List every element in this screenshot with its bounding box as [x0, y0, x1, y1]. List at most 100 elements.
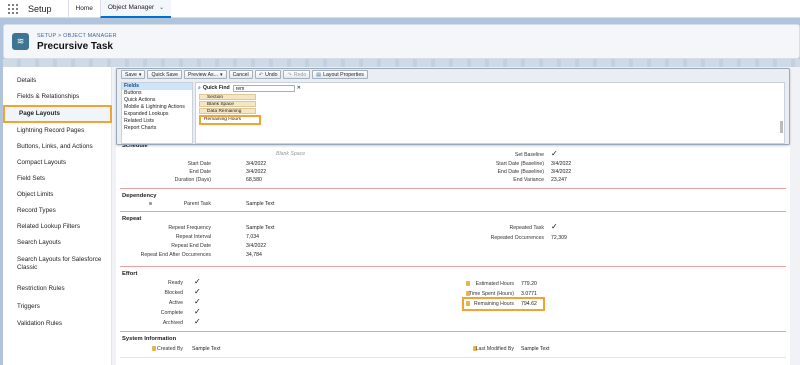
field-label: Ready: [168, 280, 183, 286]
field-label: Set Baseline: [514, 152, 544, 158]
sidebar-item-page-layouts[interactable]: Page Layouts: [3, 105, 112, 123]
redo-button[interactable]: ↷ Redo: [283, 70, 311, 79]
section-repeat-title[interactable]: Repeat: [122, 216, 141, 222]
quick-save-label: Quick Save: [151, 71, 178, 78]
sidebar-item-fields[interactable]: Fields & Relationships: [3, 89, 112, 105]
sidebar-item-validation-rules[interactable]: Validation Rules: [3, 316, 112, 332]
sidebar-item-label: Fields & Relationships: [17, 92, 80, 100]
field-value: Sample Text: [192, 346, 221, 352]
field-label: Repeat End After Occurrences: [140, 252, 211, 258]
field-value: Sample Text: [521, 346, 550, 352]
sidebar-item-label: Search Layouts: [17, 238, 61, 246]
checkmark-icon: ✓: [551, 222, 558, 231]
palette-field-label: Data Remaining: [207, 109, 242, 114]
blank-space[interactable]: Blank Space: [276, 151, 305, 157]
tab-home[interactable]: Home: [67, 0, 100, 18]
checkmark-icon: ✓: [194, 277, 201, 286]
palette-category-mobile-actions[interactable]: Mobile & Lightning Actions: [122, 104, 192, 111]
palette-category-buttons[interactable]: Buttons: [122, 90, 192, 97]
field-label: Start Date: [187, 161, 211, 167]
palette-category-quick-actions[interactable]: Quick Actions: [122, 97, 192, 104]
sidebar-item-lightning-pages[interactable]: Lightning Record Pages: [3, 123, 112, 139]
sidebar-item-search-layouts[interactable]: Search Layouts: [3, 235, 112, 251]
field-label: Estimated Hours: [475, 281, 514, 287]
preview-as-button[interactable]: Preview As... ▾: [183, 70, 227, 79]
sidebar-item-buttons-links[interactable]: Buttons, Links, and Actions: [3, 139, 112, 155]
chevron-down-icon[interactable]: ⌄: [159, 4, 164, 11]
checkmark-icon: ✓: [194, 317, 201, 326]
palette-category-expanded-lookups[interactable]: Expanded Lookups: [122, 111, 192, 118]
section-divider: [120, 357, 786, 358]
sidebar-item-label: Buttons, Links, and Actions: [17, 142, 93, 150]
checkmark-icon: ✓: [194, 307, 201, 316]
tab-object-manager[interactable]: Object Manager ⌄: [99, 0, 172, 18]
sidebar-item-restriction-rules[interactable]: Restriction Rules: [3, 281, 112, 297]
undo-label: Undo: [265, 71, 278, 78]
page-layout-canvas: Schedule Blank Space Start Date 3/4/2022…: [116, 143, 790, 365]
sidebar-item-details[interactable]: Details: [3, 73, 112, 89]
palette-category-related-lists[interactable]: Related Lists: [122, 118, 192, 125]
cancel-label: Cancel: [232, 71, 249, 78]
field-label: Active: [168, 300, 183, 306]
sidebar-item-label: Related Lookup Filters: [17, 222, 81, 230]
section-dependency-title[interactable]: Dependency: [122, 193, 156, 199]
app-name: Setup: [28, 3, 52, 14]
sidebar-item-lookup-filters[interactable]: Related Lookup Filters: [3, 219, 112, 235]
field-label: End Variance: [513, 177, 544, 183]
undo-icon: ↶: [258, 71, 264, 78]
field-label: Parent Task: [183, 201, 211, 207]
clear-icon[interactable]: ✕: [297, 85, 301, 91]
palette-category-report-charts[interactable]: Report Charts: [122, 125, 192, 132]
cancel-button[interactable]: Cancel: [228, 70, 253, 79]
field-label: Duration (Days): [174, 177, 211, 183]
sidebar-item-label: Validation Rules: [17, 319, 63, 327]
header-watermark: [3, 59, 800, 67]
sidebar-item-triggers[interactable]: Triggers: [3, 299, 112, 315]
sidebar-item-object-limits[interactable]: Object Limits: [3, 187, 112, 203]
object-sidebar: Details Fields & Relationships Page Layo…: [3, 67, 112, 365]
save-button[interactable]: Save ▾: [121, 70, 146, 79]
sidebar-item-compact-layouts[interactable]: Compact Layouts: [3, 155, 112, 171]
sidebar-item-label: Field Sets: [17, 174, 45, 182]
app-launcher-icon[interactable]: [8, 3, 18, 14]
palette-scrollbar[interactable]: [780, 121, 783, 133]
palette-field-data-remaining[interactable]: Data Remaining: [199, 108, 256, 114]
palette-field-remaining-hours[interactable]: Remaining Hours: [199, 115, 261, 125]
sidebar-item-search-layouts-classic[interactable]: Search Layouts for Salesforce Classic: [3, 253, 112, 275]
quick-find: ⌕ Quick Find rem ✕: [198, 84, 301, 92]
breadcrumb[interactable]: SETUP > OBJECT MANAGER: [37, 33, 117, 39]
field-value: 34,784: [246, 252, 262, 258]
page-title: Precursive Task: [37, 41, 113, 52]
palette-category-fields[interactable]: Fields: [122, 83, 192, 90]
field-label: Archived: [162, 320, 183, 326]
palette-field-blank-space[interactable]: Blank Space: [199, 101, 256, 107]
sidebar-item-label: Restriction Rules: [17, 284, 65, 292]
field-label: Last Modified By: [475, 346, 514, 352]
palette-categories: Fields Buttons Quick Actions Mobile & Li…: [121, 82, 193, 144]
palette-field-label: Remaining Hours: [204, 117, 242, 122]
palette-field-section[interactable]: Section: [199, 94, 256, 100]
field-label: Complete: [160, 310, 183, 316]
section-effort-title[interactable]: Effort: [122, 271, 137, 277]
layout-palette: Save ▾ Quick Save Preview As... ▾ Cancel ↶…: [116, 68, 790, 145]
global-nav: Setup Home Object Manager ⌄: [0, 0, 800, 18]
sidebar-item-label: Compact Layouts: [17, 158, 67, 166]
sidebar-item-field-sets[interactable]: Field Sets: [3, 171, 112, 187]
field-value: 7,034: [246, 234, 259, 240]
field-value: 3/4/2022: [246, 169, 267, 175]
quick-find-input[interactable]: rem: [232, 84, 295, 92]
field-value: Sample Text: [246, 225, 275, 231]
preview-label: Preview As...: [187, 71, 218, 78]
quick-save-button[interactable]: Quick Save: [147, 70, 182, 79]
layout-toolbar: Save ▾ Quick Save Preview As... ▾ Cancel ↶…: [121, 69, 370, 80]
sidebar-item-label: Record Types: [17, 206, 56, 214]
sidebar-item-record-types[interactable]: Record Types: [3, 203, 112, 219]
sidebar-item-label: Object Limits: [17, 190, 54, 198]
layout-properties-button[interactable]: ▤ Layout Properties: [312, 70, 368, 79]
field-label: End Date: [189, 169, 211, 175]
undo-button[interactable]: ↶ Undo: [254, 70, 282, 79]
palette-field-label: Section: [207, 95, 223, 100]
field-label: Start Date (Baseline): [495, 161, 544, 167]
field-value: 3/4/2022: [246, 161, 267, 167]
section-system-title[interactable]: System Information: [122, 336, 176, 342]
